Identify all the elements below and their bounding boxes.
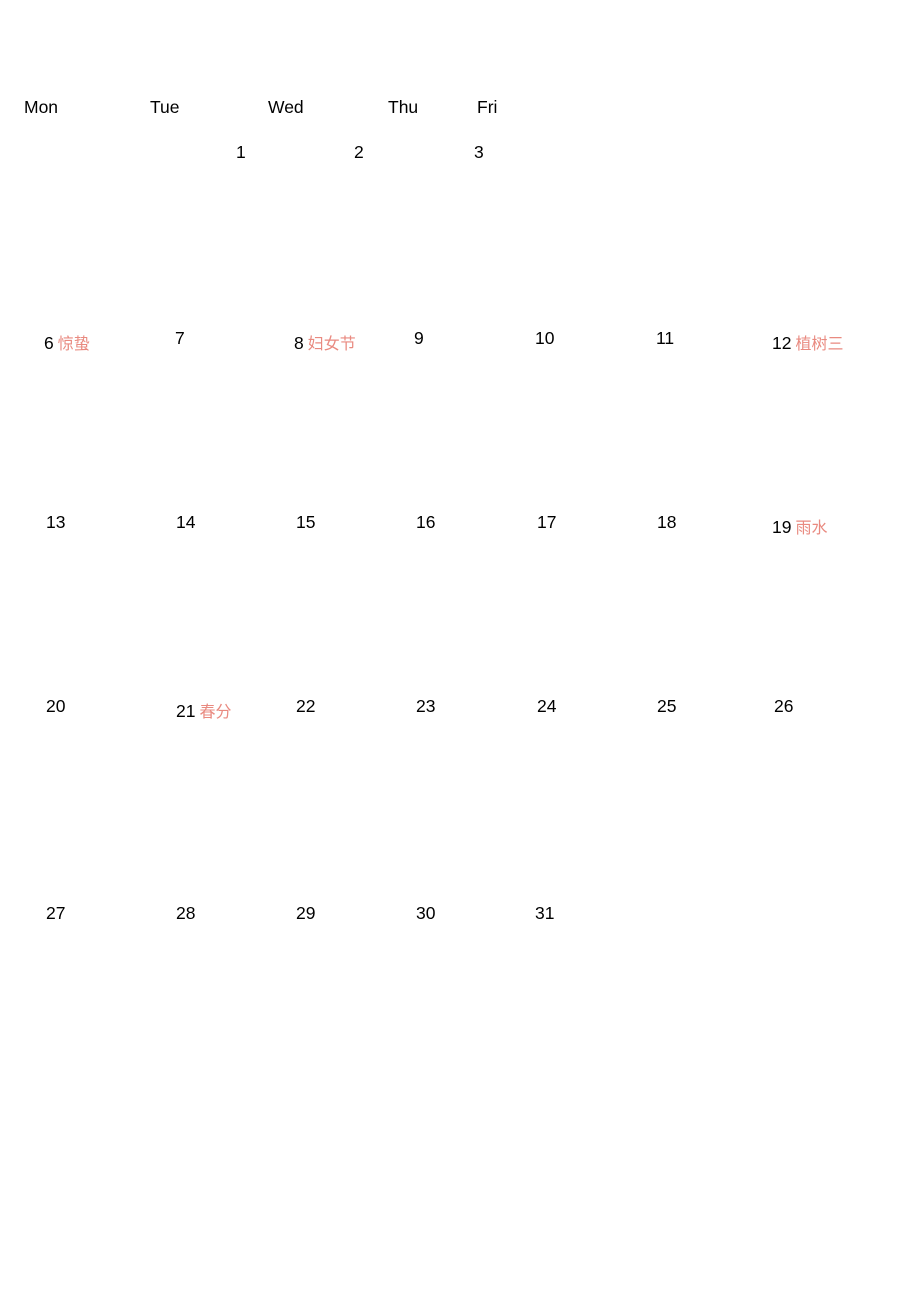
calendar-day-cell[interactable]: 8 妇女节 xyxy=(294,323,356,363)
calendar-day-cell[interactable]: 26 xyxy=(774,686,793,726)
day-number: 1 xyxy=(236,142,246,162)
calendar-week-row: 1 2 3 xyxy=(0,132,920,316)
day-number: 25 xyxy=(657,696,677,716)
day-number: 11 xyxy=(656,328,675,348)
calendar-day-cell[interactable]: 29 xyxy=(296,893,315,933)
calendar-day-cell[interactable]: 25 xyxy=(657,686,676,726)
calendar-day-cell[interactable]: 31 xyxy=(535,893,554,933)
calendar-day-cell[interactable]: 15 xyxy=(296,502,315,542)
calendar-day-cell[interactable]: 22 xyxy=(296,686,315,726)
day-number: 19 xyxy=(772,517,792,537)
weekday-header-wed: Wed xyxy=(268,97,304,117)
day-number: 27 xyxy=(46,903,66,923)
calendar-day-cell[interactable]: 7 xyxy=(175,318,185,358)
calendar-week-row: 20 21 春分 22 23 24 25 26 xyxy=(0,686,920,870)
day-number: 24 xyxy=(537,696,557,716)
day-number: 13 xyxy=(46,512,66,532)
calendar-day-cell[interactable]: 23 xyxy=(416,686,435,726)
day-number: 12 xyxy=(772,333,792,353)
day-festival-label: 妇女节 xyxy=(307,334,356,353)
day-festival-label: 雨水 xyxy=(795,518,828,537)
calendar-day-cell[interactable]: 14 xyxy=(176,502,195,542)
calendar-week-row: 13 14 15 16 17 18 19 雨水 xyxy=(0,502,920,686)
day-number: 8 xyxy=(294,333,304,353)
weekday-header-mon: Mon xyxy=(24,97,59,117)
calendar-day-cell[interactable]: 20 xyxy=(46,686,65,726)
calendar-day-cell[interactable]: 11 xyxy=(656,318,674,358)
calendar-day-cell[interactable]: 10 xyxy=(535,318,554,358)
weekday-header-row: Mon Tue Wed Thu Fri xyxy=(0,94,920,120)
day-festival-label: 惊蛰 xyxy=(57,334,90,353)
day-number: 23 xyxy=(416,696,436,716)
day-number: 26 xyxy=(774,696,794,716)
day-number: 15 xyxy=(296,512,316,532)
calendar-day-cell[interactable]: 18 xyxy=(657,502,676,542)
calendar-day-cell[interactable]: 9 xyxy=(414,318,424,358)
calendar-day-cell[interactable]: 2 xyxy=(354,132,364,172)
day-number: 16 xyxy=(416,512,436,532)
day-number: 2 xyxy=(354,142,364,162)
weekday-header-tue: Tue xyxy=(150,97,180,117)
day-number: 6 xyxy=(44,333,54,353)
day-festival-label: 植树三 xyxy=(795,334,844,353)
calendar-day-cell[interactable]: 13 xyxy=(46,502,65,542)
calendar-day-cell[interactable]: 12 植树三 xyxy=(772,323,843,363)
calendar-day-cell[interactable]: 30 xyxy=(416,893,435,933)
day-number: 3 xyxy=(474,142,484,162)
day-number: 10 xyxy=(535,328,555,348)
weekday-header-thu: Thu xyxy=(388,97,419,117)
calendar-week-row: 6 惊蛰 7 8 妇女节 9 10 11 12 植树三 xyxy=(0,318,920,502)
calendar-day-cell[interactable]: 21 春分 xyxy=(176,691,231,731)
day-number: 14 xyxy=(176,512,196,532)
weekday-header-fri: Fri xyxy=(477,97,498,117)
day-number: 20 xyxy=(46,696,66,716)
day-number: 29 xyxy=(296,903,316,923)
calendar-day-cell[interactable]: 24 xyxy=(537,686,556,726)
day-number: 22 xyxy=(296,696,316,716)
calendar-day-cell[interactable]: 16 xyxy=(416,502,435,542)
day-number: 9 xyxy=(414,328,424,348)
calendar-day-cell[interactable]: 17 xyxy=(537,502,556,542)
calendar-day-cell[interactable]: 27 xyxy=(46,893,65,933)
calendar-day-cell[interactable]: 1 xyxy=(236,132,246,172)
day-number: 21 xyxy=(176,701,196,721)
day-number: 31 xyxy=(535,903,555,923)
day-number: 28 xyxy=(176,903,196,923)
calendar-week-row: 27 28 29 30 31 xyxy=(0,893,920,1077)
day-number: 17 xyxy=(537,512,557,532)
calendar-day-cell[interactable]: 19 雨水 xyxy=(772,507,827,547)
calendar-grid: Mon Tue Wed Thu Fri 1 2 3 6 惊蛰 7 8 妇女节 9 10 11 12 植树三 13 1… xyxy=(0,0,920,1301)
day-number: 18 xyxy=(657,512,677,532)
calendar-day-cell[interactable]: 6 惊蛰 xyxy=(44,323,90,363)
day-number: 7 xyxy=(175,328,185,348)
day-festival-label: 春分 xyxy=(199,702,232,721)
calendar-day-cell[interactable]: 3 xyxy=(474,132,484,172)
calendar-day-cell[interactable]: 28 xyxy=(176,893,195,933)
day-number: 30 xyxy=(416,903,436,923)
